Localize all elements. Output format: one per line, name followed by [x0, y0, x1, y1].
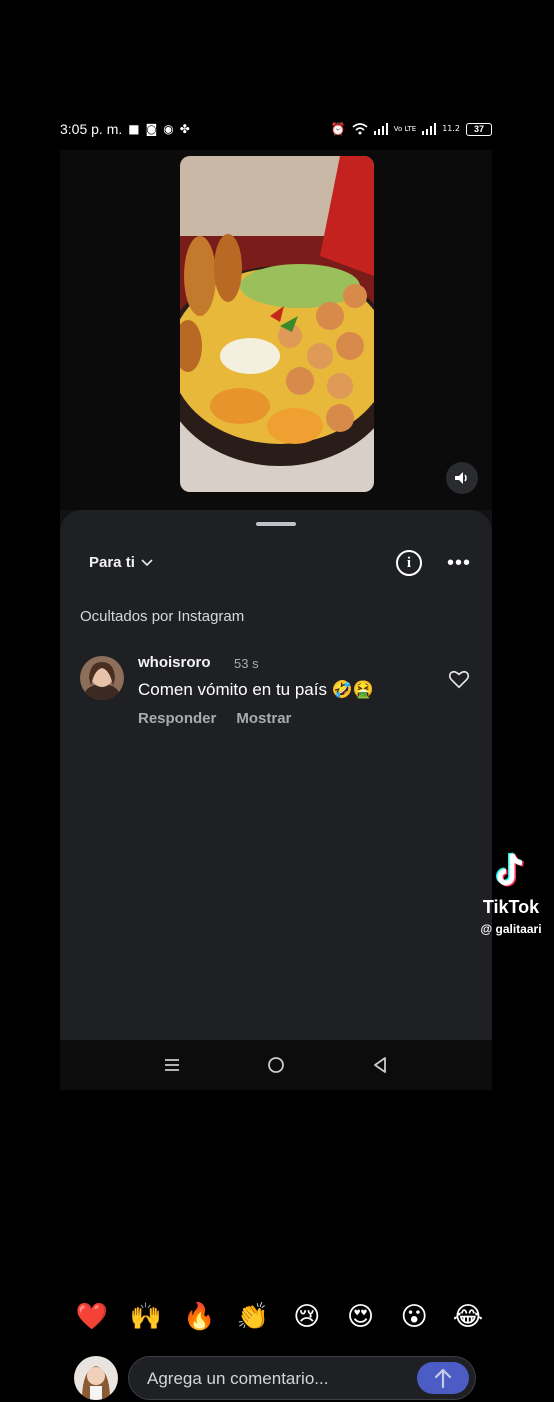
heart-icon[interactable] — [448, 668, 470, 690]
video-area — [60, 150, 492, 510]
reaction-fire[interactable]: 🔥 — [181, 1302, 217, 1332]
tiktok-brand: TikTok — [482, 897, 540, 917]
my-avatar — [74, 1356, 118, 1400]
show-button[interactable]: Mostrar — [236, 710, 291, 727]
video-icon: ■ — [128, 122, 140, 136]
clock: 3:05 p. m. — [60, 121, 123, 137]
food-image — [180, 156, 374, 492]
home-icon[interactable] — [256, 1045, 296, 1085]
comment-actions: Responder Mostrar — [138, 710, 291, 727]
comment-username[interactable]: whoisroro — [138, 654, 211, 671]
signal-icon — [422, 123, 437, 135]
menu-icon[interactable] — [152, 1045, 192, 1085]
reaction-surprised[interactable]: 😮 — [396, 1302, 432, 1332]
hidden-comments-notice: Ocultados por Instagram — [80, 608, 245, 625]
info-icon[interactable]: i — [396, 550, 422, 576]
volume-button[interactable] — [446, 462, 478, 494]
reaction-heart-eyes[interactable]: 😍 — [343, 1302, 379, 1332]
phone-screen: Para ti i ••• Ocultados por Instagram wh… — [60, 150, 492, 1401]
speaker-icon — [455, 472, 467, 484]
comment-field-wrapper — [128, 1356, 476, 1401]
tiktok-watermark: TikTok @ galitaari — [468, 850, 554, 940]
reaction-crying[interactable]: 😢 — [289, 1302, 325, 1332]
comment-text: Comen vómito en tu país 🤣🤮 — [138, 680, 375, 699]
status-bar: 3:05 p. m. ■ ◙ ◉ ✤ ⏰ Vo LTE 11.2 37 — [60, 112, 492, 146]
alarm-icon: ⏰ — [330, 122, 346, 136]
reply-button[interactable]: Responder — [138, 710, 216, 727]
wifi-icon — [352, 123, 368, 135]
tiktok-logo-icon — [496, 852, 524, 887]
my-avatar-image — [74, 1356, 118, 1400]
comment-time: 53 s — [234, 656, 259, 671]
avatar[interactable] — [80, 656, 124, 700]
tiktok-username: @ galitaari — [480, 922, 542, 936]
arrow-up-icon — [434, 1368, 452, 1388]
system-nav-bar — [60, 1040, 492, 1090]
status-left: 3:05 p. m. ■ ◙ ◉ ✤ — [60, 121, 190, 137]
sort-filter[interactable]: Para ti — [89, 554, 153, 571]
reaction-heart[interactable]: ❤️ — [74, 1302, 110, 1332]
avatar-image — [80, 656, 124, 700]
food-video-thumbnail[interactable] — [180, 156, 374, 492]
reaction-clap[interactable]: 👏 — [235, 1302, 271, 1332]
whatsapp-icon: ◉ — [163, 122, 174, 136]
comment-input[interactable] — [145, 1357, 409, 1401]
drag-handle[interactable] — [256, 522, 296, 526]
net-speed: 11.2 — [442, 124, 460, 133]
comment-item: whoisroro 53 s Comen vómito en tu país 🤣… — [80, 652, 480, 732]
pinwheel-icon: ✤ — [179, 122, 190, 136]
instagram-icon: ◙ — [145, 122, 158, 136]
reaction-raised-hands[interactable]: 🙌 — [128, 1302, 164, 1332]
comment-composer — [74, 1354, 478, 1402]
signal-icon — [373, 123, 388, 135]
status-right: ⏰ Vo LTE 11.2 37 — [330, 122, 492, 136]
quick-reactions: ❤️ 🙌 🔥 👏 😢 😍 😮 😂 — [74, 1302, 486, 1332]
reaction-laughing[interactable]: 😂 — [450, 1302, 486, 1332]
send-button[interactable] — [417, 1362, 469, 1394]
comments-sheet: Para ti i ••• Ocultados por Instagram wh… — [60, 510, 492, 1401]
volte-icon: Vo LTE — [393, 124, 417, 133]
battery-icon: 37 — [466, 122, 492, 136]
filter-label: Para ti — [89, 554, 135, 571]
more-icon[interactable]: ••• — [446, 550, 472, 576]
back-icon[interactable] — [360, 1045, 400, 1085]
chevron-down-icon — [141, 558, 153, 566]
